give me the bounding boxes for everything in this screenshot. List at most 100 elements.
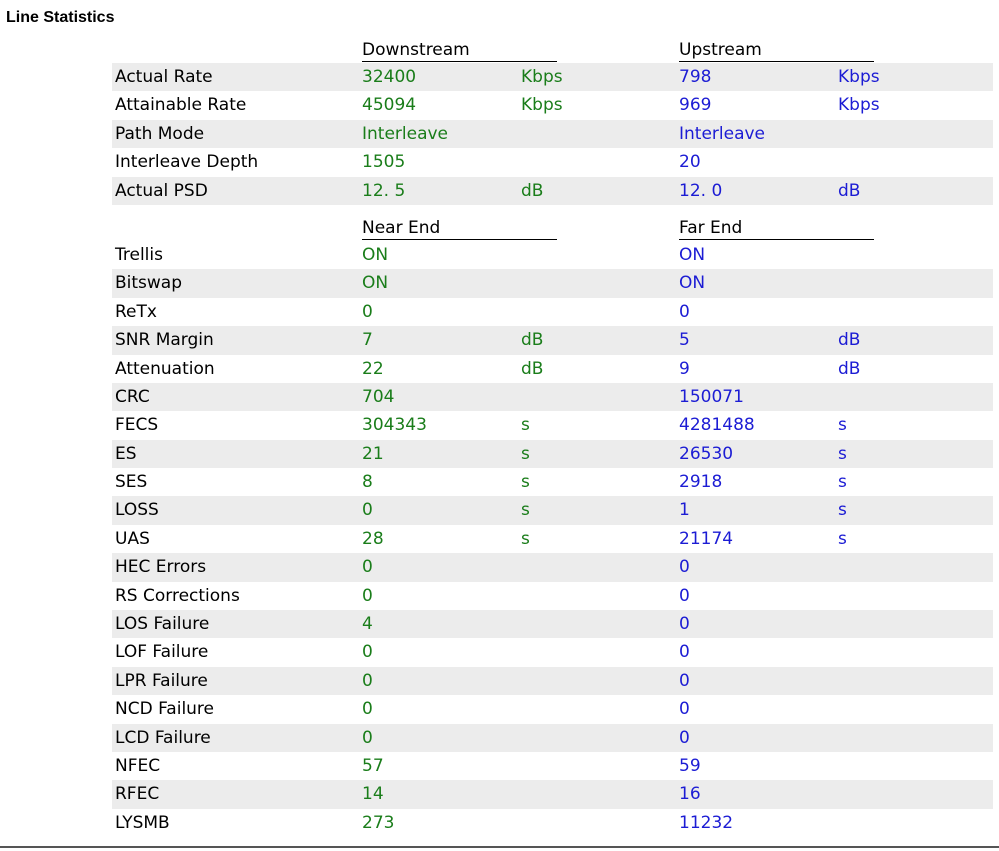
stat-left-value: 7 xyxy=(362,330,373,351)
stat-left-value: 0 xyxy=(362,500,373,521)
stat-left-value: 12. 5 xyxy=(362,180,406,201)
stat-left-value: 57 xyxy=(362,755,384,776)
stat-right-value: 2918 xyxy=(679,472,723,493)
stat-left-value: 28 xyxy=(362,528,384,549)
stat-row: UAS 28 s 21174 s xyxy=(112,525,993,553)
stat-label: LCD Failure xyxy=(115,727,211,748)
stat-left-value: 1505 xyxy=(362,152,406,173)
stat-left-unit: Kbps xyxy=(521,95,563,116)
stat-right-value: 798 xyxy=(679,67,712,87)
stat-label: HEC Errors xyxy=(115,557,207,578)
stat-row: Actual Rate 32400 Kbps 798 Kbps xyxy=(112,63,993,92)
stat-row: FECS 304343 s 4281488 s xyxy=(112,411,993,439)
stat-right-value: 26530 xyxy=(679,443,734,464)
stat-label: LPR Failure xyxy=(115,670,208,691)
stat-row: Actual PSD 12. 5 dB 12. 0 dB xyxy=(112,176,993,205)
stat-left-unit: dB xyxy=(521,330,544,351)
stat-left-value: ON xyxy=(362,273,389,294)
stat-right-value: 11232 xyxy=(679,812,734,833)
stat-row: NCD Failure 0 0 xyxy=(112,695,993,723)
stat-left-value: 0 xyxy=(362,642,373,663)
stat-right-unit: s xyxy=(838,528,847,549)
section-header-downstream-upstream: Downstream Upstream xyxy=(112,37,993,63)
stat-row: LOS Failure 4 0 xyxy=(112,610,993,639)
far-end-header: Far End xyxy=(679,215,874,240)
stat-row: Attenuation 22 dB 9 dB xyxy=(112,355,993,383)
stat-row: LPR Failure 0 0 xyxy=(112,666,993,696)
stat-row: LOSS 0 s 1 s xyxy=(112,496,993,525)
stat-label: LOSS xyxy=(115,500,159,521)
stat-right-value: 0 xyxy=(679,585,690,606)
stat-label: SES xyxy=(115,472,148,493)
stat-right-value: 16 xyxy=(679,784,701,805)
stat-right-unit: s xyxy=(838,443,847,464)
stat-right-value: 5 xyxy=(679,330,690,351)
stat-row: HEC Errors 0 0 xyxy=(112,553,993,582)
stat-label: Attainable Rate xyxy=(115,95,247,116)
stat-right-value: ON xyxy=(679,244,706,265)
stat-row: Trellis ON ON xyxy=(112,241,993,269)
stat-label: FECS xyxy=(115,415,159,436)
stat-row: RS Corrections 0 0 xyxy=(112,582,993,610)
stat-right-value: 0 xyxy=(679,614,690,635)
stat-left-value: ON xyxy=(362,244,389,265)
stat-left-value: 4 xyxy=(362,614,373,635)
bottom-divider xyxy=(0,846,999,848)
stat-row: Path Mode Interleave Interleave xyxy=(112,119,993,149)
stat-right-unit: s xyxy=(838,500,847,521)
stat-label: Trellis xyxy=(115,244,163,265)
stat-right-value: 4281488 xyxy=(679,415,755,436)
stat-label: Actual Rate xyxy=(115,67,213,87)
stat-row: CRC 704 150071 xyxy=(112,382,993,412)
stat-left-value: 22 xyxy=(362,358,384,379)
stat-label: UAS xyxy=(115,528,150,549)
stat-left-value: 0 xyxy=(362,585,373,606)
stat-row: ES 21 s 26530 s xyxy=(112,439,993,469)
stat-label: LOF Failure xyxy=(115,642,209,663)
stat-row: RFEC 14 16 xyxy=(112,780,993,809)
stat-left-value: Interleave xyxy=(362,123,449,144)
upstream-header: Upstream xyxy=(679,37,874,62)
stat-right-unit: s xyxy=(838,472,847,493)
stat-label: NCD Failure xyxy=(115,699,215,720)
line-statistics-table: Downstream Upstream Actual Rate 32400 Kbps… xyxy=(112,37,993,837)
stat-right-value: Interleave xyxy=(679,123,766,144)
stat-right-unit: dB xyxy=(838,358,861,379)
stat-label: LYSMB xyxy=(115,812,170,833)
page-title: Line Statistics xyxy=(6,9,115,26)
stat-right-value: 150071 xyxy=(679,386,744,407)
stat-right-value: 20 xyxy=(679,152,701,173)
stat-left-value: 0 xyxy=(362,670,373,691)
stat-row: SES 8 s 2918 s xyxy=(112,468,993,496)
stat-right-value: 969 xyxy=(679,95,712,116)
stat-right-value: 0 xyxy=(679,727,690,748)
stat-left-unit: dB xyxy=(521,180,544,201)
stat-right-unit: dB xyxy=(838,180,861,201)
stat-right-value: 0 xyxy=(679,557,690,578)
near-end-header: Near End xyxy=(362,215,557,240)
stat-row: SNR Margin 7 dB 5 dB xyxy=(112,326,993,355)
stat-left-unit: s xyxy=(521,500,530,521)
stat-right-value: 12. 0 xyxy=(679,180,723,201)
stat-right-value: 0 xyxy=(679,699,690,720)
error-stats-group: Trellis ON ON Bitswap ON ON ReTx 0 0 SNR Margin 7 d… xyxy=(112,241,993,837)
downstream-header: Downstream xyxy=(362,37,557,62)
stat-left-unit: s xyxy=(521,443,530,464)
stat-label: RS Corrections xyxy=(115,585,240,606)
stat-label: Interleave Depth xyxy=(115,152,259,173)
stat-label: LOS Failure xyxy=(115,614,210,635)
stat-row: NFEC 57 59 xyxy=(112,752,993,780)
stat-right-unit: dB xyxy=(838,330,861,351)
stat-left-value: 304343 xyxy=(362,415,427,436)
stat-label: Path Mode xyxy=(115,123,205,144)
stat-row: Attainable Rate 45094 Kbps 969 Kbps xyxy=(112,91,993,119)
stat-label: SNR Margin xyxy=(115,330,214,351)
stat-left-value: 14 xyxy=(362,784,384,805)
stat-left-unit: s xyxy=(521,472,530,493)
stat-left-unit: dB xyxy=(521,358,544,379)
stat-right-value: 1 xyxy=(679,500,690,521)
stat-left-unit: s xyxy=(521,415,530,436)
stat-right-value: 0 xyxy=(679,301,690,322)
stat-label: RFEC xyxy=(115,784,160,805)
